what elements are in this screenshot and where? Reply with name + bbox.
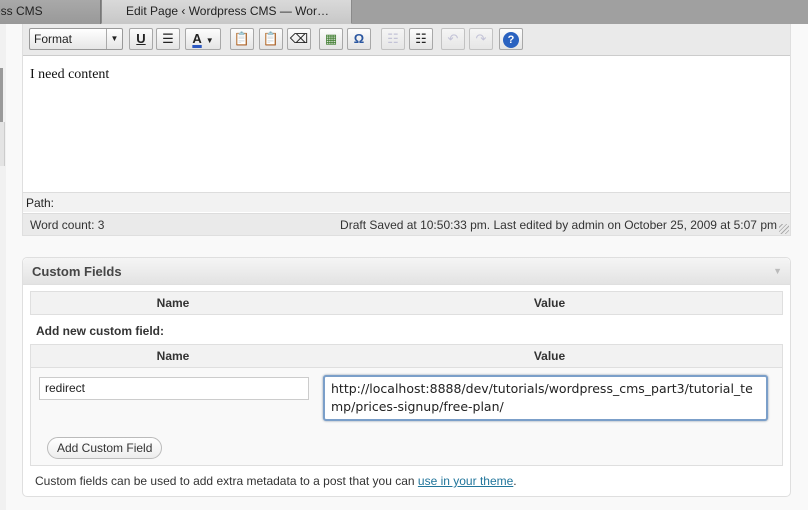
paste-text-icon: 📋: [233, 31, 251, 46]
custom-fields-box: Custom Fields ▼ Name Value Add new custo…: [22, 257, 791, 497]
custom-field-name-input[interactable]: redirect: [39, 377, 309, 400]
omega-icon: Ω: [353, 31, 365, 46]
underline-button[interactable]: U: [129, 28, 153, 50]
value-column-header: Value: [533, 349, 566, 363]
paste-word-button[interactable]: 📋: [259, 28, 283, 50]
editor-toolbar: Format ▼ U ☰ A ▼ 📋 📋 ⌫ ▦ Ω ☷ ☷ ↶ ↷ ?: [23, 24, 790, 56]
draft-status: Draft Saved at 10:50:33 pm. Last edited …: [340, 218, 777, 232]
browser-tab-cms[interactable]: ress CMS: [0, 0, 101, 24]
browser-tab-strip: ress CMS Edit Page ‹ Wordpress CMS — Wor…: [0, 0, 808, 24]
paste-word-icon: 📋: [262, 31, 280, 46]
editor-path: Path:: [23, 192, 790, 212]
outdent-button[interactable]: ☷: [381, 28, 405, 50]
custom-field-value-textarea[interactable]: http://localhost:8888/dev/tutorials/word…: [323, 375, 768, 421]
paste-text-button[interactable]: 📋: [230, 28, 254, 50]
help-icon: ?: [503, 32, 519, 48]
custom-fields-header[interactable]: Custom Fields ▼: [23, 258, 790, 285]
indent-icon: ☷: [415, 31, 427, 46]
new-field-form: Name Value redirect http://localhost:888…: [30, 344, 783, 466]
editor-content-area[interactable]: I need content: [23, 57, 790, 192]
custom-fields-help: Custom fields can be used to add extra m…: [35, 474, 517, 488]
redo-icon: ↷: [475, 31, 487, 46]
custom-fields-title: Custom Fields: [32, 264, 122, 279]
help-button[interactable]: ?: [499, 28, 523, 50]
tab-strip-empty: [352, 0, 808, 24]
use-in-theme-link[interactable]: use in your theme: [418, 474, 513, 488]
indent-button[interactable]: ☷: [409, 28, 433, 50]
collapse-toggle-icon[interactable]: ▼: [773, 258, 782, 285]
outdent-icon: ☷: [387, 31, 399, 46]
word-count: Word count: 3: [30, 218, 105, 232]
chevron-down-icon: ▼: [106, 29, 122, 49]
undo-icon: ↶: [447, 31, 459, 46]
eraser-icon: ⌫: [289, 31, 309, 46]
chevron-down-icon: ▼: [205, 36, 214, 45]
text-color-button[interactable]: A ▼: [185, 28, 221, 50]
format-select[interactable]: Format ▼: [29, 28, 123, 50]
admin-menu-item[interactable]: [0, 122, 5, 166]
resize-grip-icon[interactable]: [779, 224, 789, 234]
insert-media-button[interactable]: ▦: [319, 28, 343, 50]
new-field-header: Name Value: [30, 344, 783, 368]
browser-tab-edit-page[interactable]: Edit Page ‹ Wordpress CMS — Wor…: [101, 0, 352, 24]
admin-menu-edge: [0, 24, 6, 510]
undo-button[interactable]: ↶: [441, 28, 465, 50]
admin-menu-active-marker: [0, 68, 3, 122]
underline-icon: U: [136, 31, 146, 46]
name-column-header: Name: [156, 349, 190, 363]
remove-format-button[interactable]: ⌫: [287, 28, 311, 50]
visual-editor: Format ▼ U ☰ A ▼ 📋 📋 ⌫ ▦ Ω ☷ ☷ ↶ ↷ ? I ne…: [22, 24, 791, 236]
text-color-icon: A: [192, 31, 202, 46]
justify-button[interactable]: ☰: [156, 28, 180, 50]
special-char-button[interactable]: Ω: [347, 28, 371, 50]
editor-statusbar: Word count: 3 Draft Saved at 10:50:33 pm…: [23, 213, 790, 235]
value-column-header: Value: [533, 296, 566, 310]
media-icon: ▦: [324, 31, 338, 46]
redo-button[interactable]: ↷: [469, 28, 493, 50]
name-column-header: Name: [156, 296, 190, 310]
existing-fields-header: Name Value: [30, 291, 783, 315]
add-custom-field-button[interactable]: Add Custom Field: [47, 437, 163, 459]
add-new-field-label: Add new custom field:: [36, 324, 165, 338]
justify-icon: ☰: [162, 31, 174, 46]
